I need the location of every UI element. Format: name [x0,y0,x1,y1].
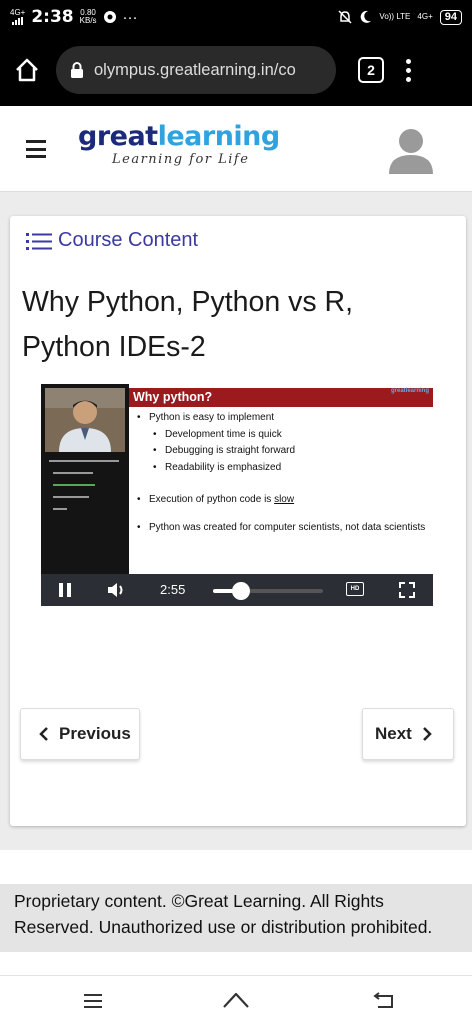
tab-switcher-button[interactable]: 2 [358,57,384,83]
course-content-link[interactable]: Course Content [26,229,198,252]
url-text: olympus.greatlearning.in/co [94,60,296,79]
presenter-thumbnail [45,388,125,452]
avatar-icon[interactable] [386,124,436,176]
brand-wordmark: greatlearning [78,122,280,152]
bullet-text: Execution of python code is [149,494,275,505]
browser-toolbar: olympus.greatlearning.in/co 2 [0,34,472,106]
home-icon[interactable] [14,57,40,83]
toc-line [49,460,119,462]
signal-bars-icon [11,17,23,25]
next-button[interactable]: Next [362,708,454,760]
seek-bar[interactable] [213,582,323,600]
brand-tagline: Learning for Life [112,152,250,167]
site-header: greatlearning Learning for Life [0,106,472,192]
video-controls: 2:55 HD [41,574,433,606]
bullet: Execution of python code is slow [135,492,427,509]
toc-line [53,496,89,498]
nav-recents-icon[interactable] [84,994,102,1008]
bullet: Python was created for computer scientis… [135,521,427,535]
network-speed: 0.80 KB/s [80,9,97,25]
slide-logo: greatlearning [390,388,429,394]
nav-home-icon[interactable] [222,990,250,1010]
alarm-off-icon [338,10,352,24]
battery-indicator: 94 [439,9,462,25]
chevron-right-icon [422,726,432,742]
slide-title: Why python? [129,388,433,407]
status-bar: 4G+ 2:38 0.80 KB/s ··· Vo)) LTE 4G+ 94 [0,0,472,34]
slide-bullets: Python is easy to implement Development … [135,410,427,535]
copyright-notice: Proprietary content. ©Great Learning. Al… [0,884,472,952]
bullet: Python is easy to implement [135,410,427,427]
fullscreen-icon[interactable] [399,582,415,598]
address-bar[interactable]: olympus.greatlearning.in/co [56,46,336,94]
hd-quality-button[interactable]: HD [346,582,364,596]
video-sidebar [41,384,129,574]
previous-button[interactable]: Previous [20,708,140,760]
network-speed-unit: KB/s [79,16,97,25]
do-not-disturb-moon-icon [361,10,372,23]
previous-label: Previous [59,724,131,743]
lesson-title: Why Python, Python vs R, Python IDEs-2 [22,286,354,363]
bullet-emphasis: slow [274,494,295,505]
nav-back-icon[interactable] [372,992,396,1010]
brand-logo[interactable]: greatlearning Learning for Life [78,122,280,168]
brand-great: great [78,121,158,152]
chevron-left-icon [39,726,49,742]
current-time: 2:55 [160,582,186,597]
course-content-label: Course Content [58,229,199,251]
chrome-notification-icon [103,11,116,23]
android-navigation-bar [0,975,472,1024]
slide: Why python? greatlearning Python is easy… [129,384,433,574]
brand-learning: learning [157,121,281,152]
footer: Proprietary content. ©Great Learning. Al… [0,850,472,975]
sub-bullet: Development time is quick [135,427,427,444]
network-type: 4G+ [10,8,26,17]
toc-line-active [53,484,95,486]
network-type-2: 4G+ [417,12,433,21]
next-label: Next [375,724,412,743]
hamburger-icon[interactable] [26,140,46,158]
video-player[interactable]: Why python? greatlearning Python is easy… [41,384,433,606]
toc-line [53,472,93,474]
kebab-menu-icon[interactable] [406,58,411,82]
volte-indicator: Vo)) LTE [379,12,411,21]
signal-indicator: 4G+ [10,9,25,25]
list-icon [26,231,52,251]
volume-icon[interactable] [106,581,126,599]
seek-bar-handle[interactable] [231,582,250,600]
lock-icon [70,61,84,79]
lesson-card: Course Content Why Python, Python vs R, … [10,216,466,826]
pause-icon[interactable] [59,583,71,597]
clock: 2:38 [31,7,74,27]
toc-line [53,508,67,510]
sub-bullet: Readability is emphasized [135,460,427,477]
sub-bullet: Debugging is straight forward [135,443,427,460]
more-notifications: ··· [122,8,138,26]
